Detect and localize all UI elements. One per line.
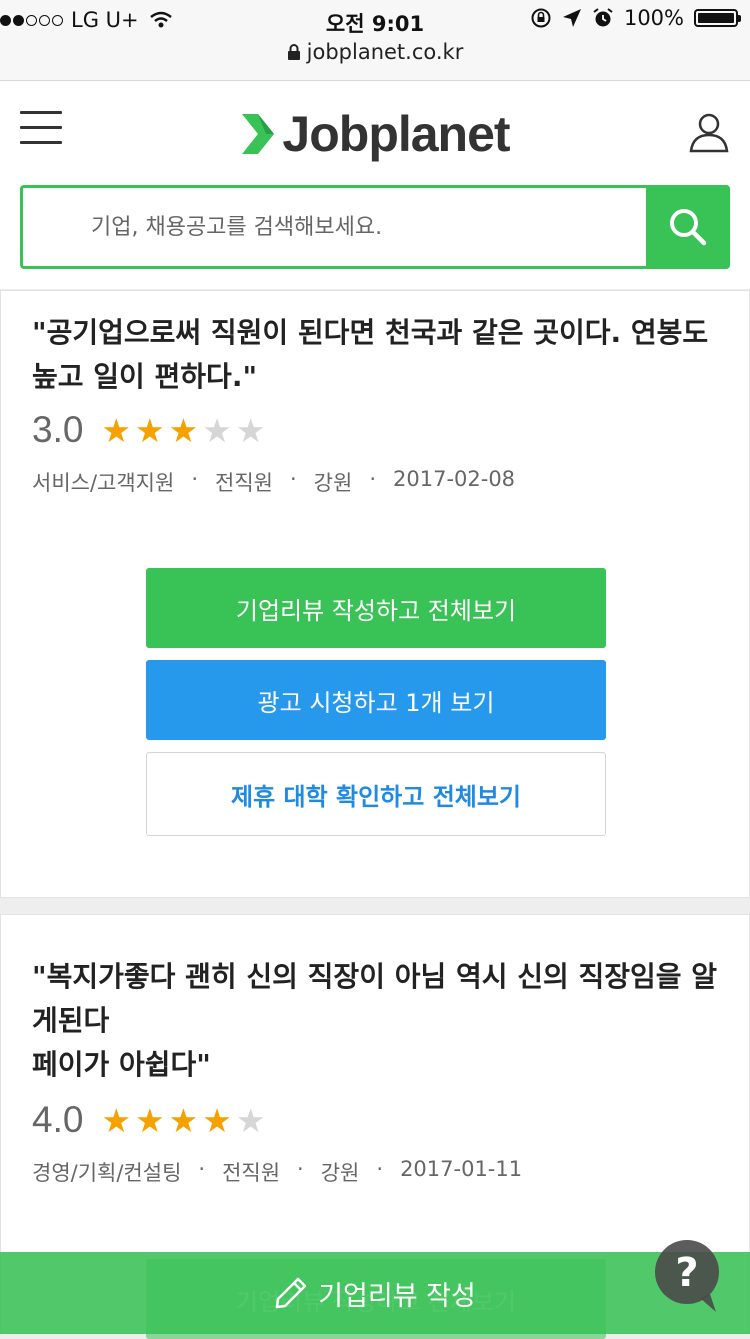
review-region: 강원 — [313, 471, 353, 495]
review-date: 2017-01-11 — [400, 1157, 523, 1181]
star-icon: ★ — [101, 410, 132, 450]
battery-icon — [694, 9, 741, 27]
review-rating: 3.0 ★ ★ ★ ★ ★ — [32, 409, 265, 451]
lock-icon — [287, 44, 300, 60]
bottom-bar-label: 기업리뷰 작성 — [318, 1280, 476, 1312]
rating-score: 4.0 — [32, 1099, 84, 1140]
star-icon: ★ — [235, 1100, 266, 1140]
location-arrow-icon — [562, 9, 581, 27]
star-icon: ★ — [202, 1100, 232, 1140]
review-card: "공기업으로써 직원이 된다면 천국과 같은 곳이다. 연봉도 높고 일이 편하… — [0, 290, 750, 898]
star-icon: ★ — [135, 410, 165, 450]
review-category: 경영/기획/컨설팅 — [32, 1161, 182, 1185]
review-meta: 경영/기획/컨설팅 · 전직원 · 강원 · 2017-01-11 — [32, 1157, 523, 1185]
svg-text:?: ? — [675, 1250, 698, 1296]
review-region: 강원 — [320, 1161, 360, 1185]
watch-ad-button[interactable]: 광고 시청하고 1개 보기 — [146, 660, 606, 740]
star-icon: ★ — [235, 410, 266, 450]
rating-stars: ★ ★ ★ ★ ★ — [101, 1104, 265, 1137]
star-icon: ★ — [168, 410, 199, 450]
status-bar: LG U+ 오전 9:01 100% jobplanet.co.kr — [0, 0, 750, 81]
star-icon: ★ — [202, 410, 232, 450]
search-button[interactable] — [646, 185, 730, 269]
url-text: jobplanet.co.kr — [306, 40, 464, 64]
logo-chevron-icon — [242, 114, 275, 154]
battery-percent: 100% — [623, 6, 684, 30]
star-icon: ★ — [135, 1100, 165, 1140]
rating-score: 3.0 — [32, 409, 84, 450]
review-employee-status: 전직원 — [222, 1161, 281, 1185]
alarm-icon — [593, 8, 613, 27]
write-review-floating-bar[interactable]: 기업리뷰 작성 — [0, 1252, 750, 1334]
logo-text: Jobplanet — [282, 106, 510, 162]
review-meta: 서비스/고객지원 · 전직원 · 강원 · 2017-02-08 — [32, 467, 516, 495]
site-header: Jobplanet — [0, 81, 750, 289]
university-button[interactable]: 제휴 대학 확인하고 전체보기 — [146, 752, 606, 836]
review-quote: "공기업으로써 직원이 된다면 천국과 같은 곳이다. 연봉도 높고 일이 편하… — [32, 316, 709, 393]
search-input[interactable] — [23, 188, 647, 266]
logo[interactable]: Jobplanet — [0, 105, 750, 163]
star-icon: ★ — [101, 1100, 132, 1140]
search-box — [20, 185, 730, 269]
star-icon: ★ — [168, 1100, 199, 1140]
user-icon[interactable] — [688, 111, 730, 153]
address-bar[interactable]: jobplanet.co.kr — [0, 40, 750, 64]
help-icon[interactable]: ? — [650, 1238, 726, 1314]
rating-stars: ★ ★ ★ ★ ★ — [101, 414, 265, 447]
review-rating: 4.0 ★ ★ ★ ★ ★ — [32, 1099, 265, 1141]
search-icon — [670, 209, 707, 246]
rotation-lock-icon — [531, 8, 551, 28]
review-date: 2017-02-08 — [393, 467, 516, 491]
pencil-icon — [275, 1277, 307, 1309]
review-quote: "복지가좋다 괜히 신의 직장이 아님 역시 신의 직장임을 알게된다 페이가 … — [32, 960, 718, 1081]
write-review-button[interactable]: 기업리뷰 작성하고 전체보기 — [146, 568, 606, 648]
review-employee-status: 전직원 — [215, 471, 273, 495]
review-category: 서비스/고객지원 — [32, 471, 175, 495]
